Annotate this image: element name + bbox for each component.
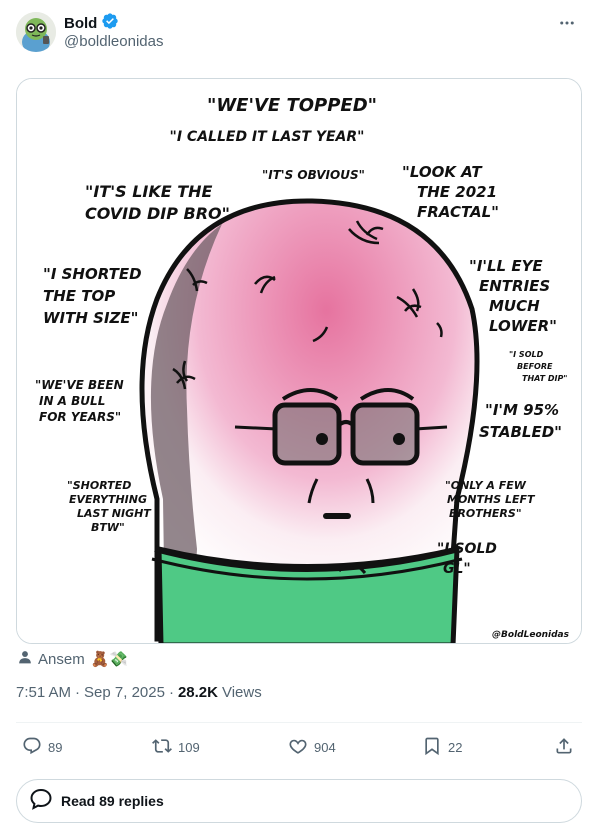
quote-stabled-2: STABLED" (479, 423, 562, 441)
quote-bull-3: FOR YEARS" (39, 410, 121, 424)
reply-icon (22, 736, 42, 759)
meta-separator: · (168, 684, 174, 701)
read-replies-label: Read 89 replies (61, 793, 164, 809)
quote-fractal-3: FRACTAL" (417, 203, 499, 221)
share-icon (554, 736, 574, 759)
chat-bubble-icon (29, 787, 53, 816)
post-image[interactable]: "WE'VE TOPPED" "I CALLED IT LAST YEAR" "… (16, 78, 582, 644)
quote-sold-gl-1: "I SOLD (437, 541, 497, 557)
quote-sold-dip-3: THAT DIP" (522, 374, 567, 383)
quote-fractal-2: THE 2021 (417, 183, 497, 201)
quote-stabled-1: "I'M 95% (485, 401, 559, 419)
quote-few-months-3: BROTHERS" (449, 507, 522, 520)
tagged-attribution[interactable]: Ansem 🧸💸 (18, 649, 128, 669)
user-handle[interactable]: @boldleonidas (64, 33, 163, 50)
quote-few-months-2: MONTHS LEFT (447, 493, 536, 506)
quote-bull-2: IN A BULL (39, 394, 105, 408)
quote-few-months-1: "ONLY A FEW (445, 479, 527, 492)
quote-shorted-3: WITH SIZE" (43, 309, 138, 327)
quote-eye-1: "I'LL EYE (469, 257, 543, 275)
quote-shorted-1: "I SHORTED (43, 265, 142, 283)
share-button[interactable] (554, 736, 574, 759)
name-row: Bold (64, 12, 119, 35)
repost-icon (152, 736, 172, 759)
bookmark-count: 22 (448, 740, 463, 755)
tagged-emoji: 🧸💸 (90, 651, 129, 668)
repost-count: 109 (178, 740, 200, 755)
post-time[interactable]: 7:51 AM (16, 684, 71, 701)
person-icon (18, 650, 32, 668)
tagged-name[interactable]: Ansem (38, 651, 85, 668)
quote-eye-2: ENTRIES (479, 277, 550, 295)
quote-eye-3: MUCH (489, 297, 540, 315)
more-horizontal-icon[interactable] (556, 12, 578, 34)
like-count: 904 (314, 740, 336, 755)
verified-badge-icon (101, 12, 119, 35)
quote-everything-3: LAST NIGHT (77, 507, 152, 520)
views-count: 28.2K (177, 684, 218, 701)
bookmark-button[interactable]: 22 (422, 736, 462, 759)
quote-bull-1: "WE'VE BEEN (35, 378, 124, 392)
repost-button[interactable]: 109 (152, 736, 200, 759)
avatar[interactable] (16, 12, 56, 52)
quote-covid-2: COVID DIP BRO" (85, 204, 230, 223)
quote-topped: "WE'VE TOPPED" (207, 95, 377, 116)
quote-sold-gl-2: GL" (443, 561, 471, 577)
action-bar: 89 109 904 22 (16, 728, 582, 764)
post-header: Bold @boldleonidas (16, 10, 582, 58)
like-button[interactable]: 904 (288, 736, 336, 759)
like-icon (288, 736, 308, 759)
divider (16, 722, 582, 723)
quote-obvious: "IT'S OBVIOUS" (262, 168, 365, 182)
quote-covid-1: "IT'S LIKE THE (85, 182, 213, 201)
read-replies-button[interactable]: Read 89 replies (16, 779, 582, 823)
views-label: Views (221, 684, 262, 701)
quote-everything-4: BTW" (91, 521, 125, 534)
quote-everything-2: EVERYTHING (69, 493, 147, 506)
post-meta: 7:51 AM · Sep 7, 2025 · 28.2K Views (16, 684, 262, 701)
reply-count: 89 (48, 740, 63, 755)
quote-shorted-2: THE TOP (43, 287, 115, 305)
reply-button[interactable]: 89 (22, 736, 62, 759)
artist-signature: @BoldLeonidas (492, 630, 570, 640)
quote-eye-4: LOWER" (489, 317, 557, 335)
post-date[interactable]: Sep 7, 2025 (84, 684, 165, 701)
quote-sold-dip-1: "I SOLD (509, 350, 544, 359)
meta-separator: · (75, 684, 81, 701)
display-name[interactable]: Bold (64, 15, 97, 32)
bookmark-icon (422, 736, 442, 759)
quote-fractal-1: "LOOK AT (402, 163, 483, 181)
quote-everything-1: "SHORTED (67, 479, 131, 492)
quote-called-it: "I CALLED IT LAST YEAR" (170, 129, 365, 145)
quote-sold-dip-2: BEFORE (517, 362, 553, 371)
